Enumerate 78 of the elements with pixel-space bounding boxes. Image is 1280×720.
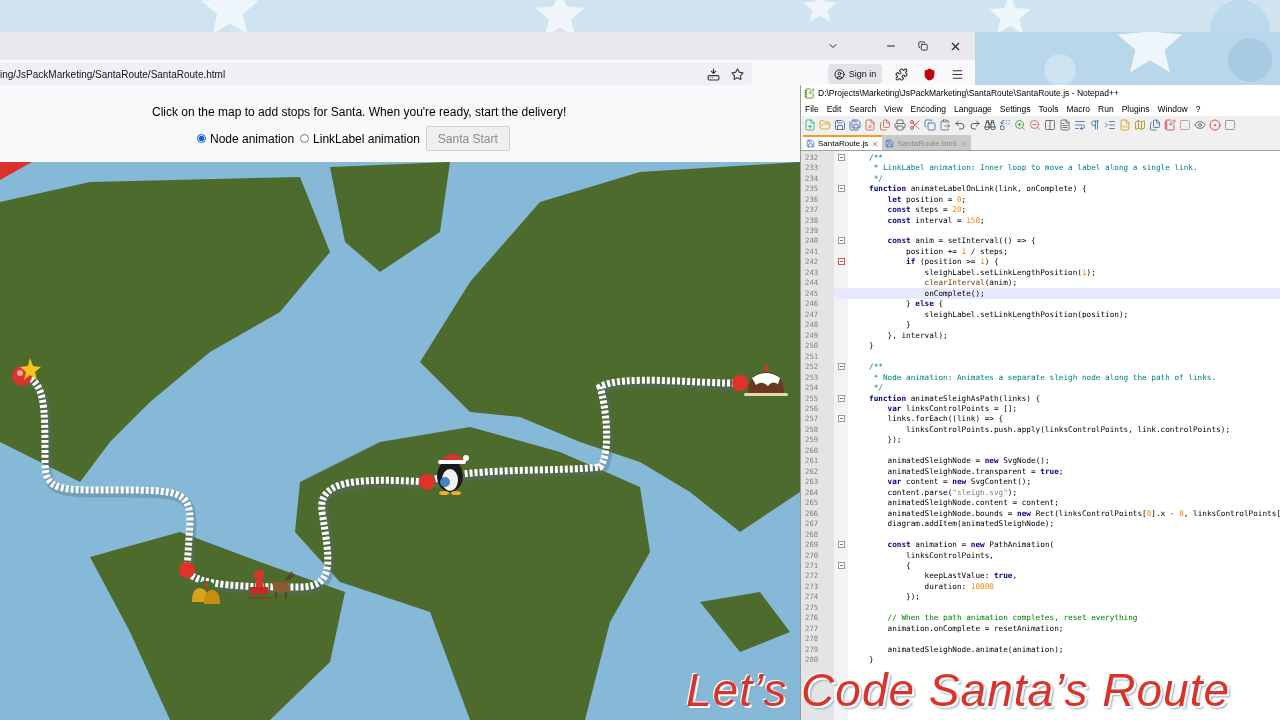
file-tab[interactable]: SantaRoute.js <box>803 135 883 150</box>
document-icon[interactable] <box>1059 118 1071 131</box>
replace-icon[interactable] <box>999 118 1011 131</box>
wrap-icon[interactable] <box>1074 118 1086 131</box>
ornament-icon <box>12 358 41 386</box>
pudding-icon <box>744 365 788 396</box>
fold-toggle[interactable] <box>837 153 845 161</box>
shield-icon[interactable] <box>923 67 937 81</box>
map-icon[interactable] <box>1134 118 1146 131</box>
window-title: D:\Projects\Marketing\JsPackMarketing\SantaRoute\SantaRoute.js - Notepad++ <box>818 88 1119 98</box>
copy-icon[interactable] <box>924 118 936 131</box>
bookmark-star-icon[interactable] <box>731 67 745 81</box>
redo-icon[interactable] <box>969 118 981 131</box>
undo-icon[interactable] <box>954 118 966 131</box>
fold-toggle[interactable] <box>837 394 845 402</box>
menu-item[interactable]: Run <box>1098 103 1114 114</box>
menu-item[interactable]: File <box>805 103 819 114</box>
columns-icon[interactable] <box>1044 118 1056 131</box>
menu-item[interactable]: Language <box>954 103 992 114</box>
menu-item[interactable]: ? <box>1195 103 1201 114</box>
zoom-out-icon[interactable] <box>1029 118 1041 131</box>
save-icon[interactable] <box>834 118 846 131</box>
notebook-icon[interactable] <box>1164 118 1176 131</box>
fold-toggle[interactable] <box>837 258 845 266</box>
notepad-app-icon <box>804 87 815 99</box>
stop-marker[interactable] <box>732 375 748 391</box>
eye-icon[interactable] <box>1194 118 1206 131</box>
download-icon[interactable] <box>707 67 721 81</box>
fold-toggle[interactable] <box>837 562 845 569</box>
overlay-title: Let’s Code Santa’s Route <box>686 667 1230 713</box>
file-icon <box>885 139 895 148</box>
save-all-icon[interactable] <box>849 118 861 131</box>
close-file-icon[interactable] <box>864 118 876 131</box>
record-icon[interactable] <box>1209 118 1221 131</box>
menu-item[interactable]: View <box>884 103 903 114</box>
corner-ribbon <box>0 162 32 180</box>
search-icon[interactable] <box>984 118 996 131</box>
files-icon[interactable] <box>879 118 891 131</box>
sign-in-button[interactable]: Sign in <box>827 64 883 84</box>
sleigh-icon <box>247 570 295 600</box>
stop-marker[interactable] <box>179 562 195 578</box>
fold-toggle[interactable] <box>837 185 845 193</box>
mode-radio[interactable]: Node animation <box>197 131 295 146</box>
new-file-icon[interactable] <box>804 118 816 131</box>
menu-item[interactable]: Plugins <box>1121 103 1150 114</box>
stop-marker[interactable] <box>419 474 435 490</box>
printer-icon[interactable] <box>894 118 906 131</box>
scissors-icon[interactable] <box>909 118 921 131</box>
url-text: ing/JsPackMarketing/SantaRoute/SantaRoute.html <box>0 68 227 80</box>
address-bar[interactable]: ing/JsPackMarketing/SantaRoute/SantaRoute.html <box>0 63 752 85</box>
menu-icon[interactable] <box>950 67 964 81</box>
menu-item[interactable]: Window <box>1157 103 1188 114</box>
instructions-text: Click on the map to add stops for Santa. When you're ready, start the delivery! <box>152 105 567 119</box>
mode-radio[interactable]: LinkLabel animation <box>300 131 420 146</box>
square-icon[interactable] <box>1179 118 1191 131</box>
fold-toggle[interactable] <box>837 541 845 549</box>
file-icon <box>806 139 815 148</box>
menu-item[interactable]: Search <box>849 103 877 114</box>
fold-toggle[interactable] <box>837 363 845 371</box>
files-icon[interactable] <box>1149 118 1161 131</box>
menu-item[interactable]: Edit <box>826 103 842 114</box>
fold-toggle[interactable] <box>837 415 845 423</box>
menu-item[interactable]: Encoding <box>910 103 947 114</box>
user-icon <box>833 68 845 80</box>
stop-icon[interactable] <box>1224 118 1236 131</box>
fold-toggle[interactable] <box>837 237 845 245</box>
penguin-icon <box>437 454 469 495</box>
menu-item[interactable]: Macro <box>1066 103 1091 114</box>
menu-item[interactable]: Tools <box>1038 103 1059 114</box>
paste-icon[interactable] <box>939 118 951 131</box>
close-tab-icon[interactable] <box>871 139 880 148</box>
puzzle-icon[interactable] <box>895 67 909 81</box>
indent-icon[interactable] <box>1104 118 1116 131</box>
bells-icon <box>192 581 220 604</box>
restore-icon[interactable] <box>918 41 928 51</box>
zoom-in-icon[interactable] <box>1014 118 1026 131</box>
pilcrow-icon[interactable] <box>1089 118 1101 131</box>
menu-item[interactable]: Settings <box>999 103 1031 114</box>
